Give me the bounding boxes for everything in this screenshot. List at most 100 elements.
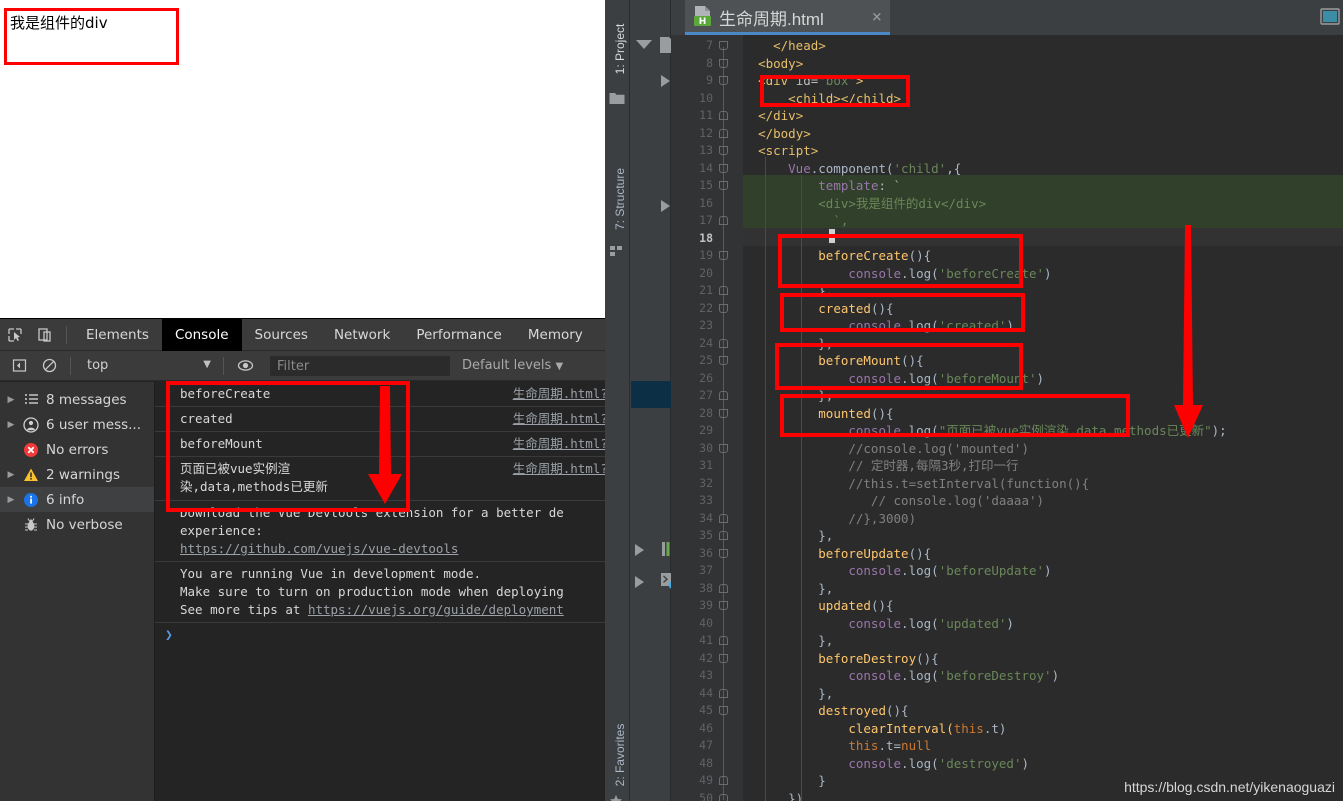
code-line[interactable]: console.log('beforeMount') <box>743 370 1044 388</box>
rail-item-favorites[interactable]: 2: Favorites <box>613 710 627 800</box>
console-message-source-link[interactable]: 生命周期.html?_ijt=8 <box>513 435 605 453</box>
code-line[interactable]: </body> <box>743 125 811 143</box>
code-line[interactable]: }, <box>743 335 833 353</box>
code-line[interactable]: // 定时器,每隔3秒,打印一行 <box>743 457 1018 475</box>
run-triangle-icon[interactable] <box>635 576 644 588</box>
code-line[interactable]: //},3000) <box>743 510 916 528</box>
fold-close-icon[interactable] <box>719 776 728 785</box>
inspect-element-icon[interactable] <box>0 320 30 350</box>
fold-close-icon[interactable] <box>719 688 728 698</box>
fold-close-icon[interactable] <box>719 636 728 645</box>
fold-close-icon[interactable] <box>719 391 728 400</box>
console-message-source-link[interactable]: 生命周期.html?_ijt=8 <box>513 460 605 478</box>
run-triangle-icon[interactable] <box>661 200 670 212</box>
fold-open-icon[interactable] <box>719 653 728 663</box>
code-line[interactable]: <div id="box"> <box>743 72 863 90</box>
tab-options-icon[interactable] <box>1319 6 1341 32</box>
expand-triangle-icon[interactable]: ▶ <box>6 470 16 480</box>
fold-close-icon[interactable] <box>719 111 728 120</box>
expand-triangle-icon[interactable]: ▶ <box>6 395 16 405</box>
code-line[interactable]: //console.log('mounted') <box>743 440 1029 458</box>
code-line[interactable]: clearInterval(this.t) <box>743 720 1006 738</box>
code-line[interactable]: }, <box>743 387 833 405</box>
console-filter-input[interactable]: Filter <box>270 355 450 376</box>
code-line[interactable]: mounted(){ <box>743 405 893 423</box>
collapse-triangle-icon[interactable] <box>636 40 652 49</box>
run-triangle-icon[interactable] <box>635 544 644 556</box>
code-line[interactable]: console.log('destroyed') <box>743 755 1029 773</box>
fold-close-icon[interactable] <box>719 531 728 540</box>
fold-open-icon[interactable] <box>719 58 728 68</box>
code-line[interactable]: } <box>743 772 826 790</box>
code-line[interactable]: <script> <box>743 142 818 160</box>
fold-open-icon[interactable] <box>719 251 728 260</box>
devtools-tab-elements[interactable]: Elements <box>73 319 162 351</box>
fold-open-icon[interactable] <box>719 76 728 85</box>
rail-item-project[interactable]: 1: Project <box>613 4 627 94</box>
code-line[interactable]: </head> <box>743 37 826 55</box>
code-line[interactable]: console.log('created') <box>743 317 1014 335</box>
code-line[interactable]: }, <box>743 632 833 650</box>
fold-open-icon[interactable] <box>719 41 728 50</box>
code-line[interactable]: console.log('updated') <box>743 615 1014 633</box>
code-line[interactable]: <body> <box>743 55 803 73</box>
code-line[interactable]: beforeDestroy(){ <box>743 650 938 668</box>
code-line[interactable]: console.log('beforeCreate') <box>743 265 1051 283</box>
console-context-select[interactable]: top ▼ <box>77 358 217 373</box>
console-message-source-link[interactable]: 生命周期.html?_ijt=8 <box>513 385 605 403</box>
expand-triangle-icon[interactable]: ▶ <box>6 495 16 505</box>
sidebar-item-messages[interactable]: ▶ 8 messages <box>0 387 154 412</box>
clear-console-icon[interactable] <box>34 351 64 381</box>
code-line[interactable]: `, <box>743 212 848 230</box>
code-line[interactable]: console.log('beforeDestroy') <box>743 667 1059 685</box>
code-line[interactable]: this.t=null <box>743 737 931 755</box>
editor-gutter[interactable]: 7 8 9 10 11 12 13 14 15 16 17 18 19 20 21 22 23 24 25 26 27 2… <box>671 35 743 801</box>
console-prompt-input[interactable]: ❯ <box>155 623 605 648</box>
code-line[interactable]: beforeUpdate(){ <box>743 545 931 563</box>
fold-close-icon[interactable] <box>719 793 728 801</box>
code-line[interactable]: console.log('beforeUpdate') <box>743 562 1051 580</box>
devtools-tab-sources[interactable]: Sources <box>242 319 321 351</box>
fold-open-icon[interactable] <box>719 303 728 313</box>
fold-open-icon[interactable] <box>719 163 728 173</box>
devtools-tab-performance[interactable]: Performance <box>403 319 515 351</box>
sidebar-item-warnings[interactable]: ▶ 2 warnings <box>0 462 154 487</box>
code-line[interactable]: }) <box>743 790 803 801</box>
code-line[interactable]: <child></child> <box>743 90 901 108</box>
fold-close-icon[interactable] <box>719 286 728 295</box>
code-editor[interactable]: 7 8 9 10 11 12 13 14 15 16 17 18 19 20 21 22 23 24 25 26 27 2… <box>671 35 1343 801</box>
editor-tab-file[interactable]: H 生命周期.html × <box>685 0 890 35</box>
device-toolbar-icon[interactable] <box>30 320 60 350</box>
fold-close-icon[interactable] <box>719 513 728 523</box>
editor-code-area[interactable]: </head> <body> <div id="box"> <child></c… <box>743 35 1343 801</box>
code-line[interactable]: beforeMount(){ <box>743 352 923 370</box>
code-line[interactable]: }, <box>743 527 833 545</box>
sidebar-item-verbose[interactable]: ▶ No verbose <box>0 512 154 537</box>
devtools-tab-memory[interactable]: Memory <box>515 319 596 351</box>
rail-item-structure[interactable]: 7: Structure <box>613 154 627 244</box>
console-message-source-link[interactable]: 生命周期.html?_ijt=8 <box>513 410 605 428</box>
code-line[interactable]: </div> <box>743 107 803 125</box>
fold-close-icon[interactable] <box>719 583 728 593</box>
vue-devtools-link[interactable]: https://github.com/vuejs/vue-devtools <box>180 541 458 556</box>
fold-close-icon[interactable] <box>719 128 728 138</box>
fold-close-icon[interactable] <box>719 216 728 225</box>
code-line[interactable]: }, <box>743 580 833 598</box>
fold-open-icon[interactable] <box>719 408 728 418</box>
fold-open-icon[interactable] <box>719 356 728 365</box>
code-line[interactable]: created(){ <box>743 300 893 318</box>
fold-open-icon[interactable] <box>719 548 728 558</box>
fold-open-icon[interactable] <box>719 443 728 453</box>
fold-open-icon[interactable] <box>719 146 728 155</box>
console-warning-devtools[interactable]: Download the Vue Devtools extension for … <box>155 501 605 562</box>
console-warning-devmode[interactable]: You are running Vue in development mode.… <box>155 562 605 623</box>
code-line[interactable]: // console.log('daaaa') <box>743 492 1044 510</box>
devtools-tab-network[interactable]: Network <box>321 319 403 351</box>
sidebar-item-info[interactable]: ▶ 6 info <box>0 487 154 512</box>
code-line[interactable]: destroyed(){ <box>743 702 908 720</box>
fold-open-icon[interactable] <box>719 601 728 610</box>
run-triangle-icon[interactable] <box>661 75 670 87</box>
code-line[interactable]: //this.t=setInterval(function(){ <box>743 475 1089 493</box>
console-settings-eye-icon[interactable] <box>230 351 260 381</box>
vue-deployment-link[interactable]: https://vuejs.org/guide/deployment <box>308 602 564 617</box>
